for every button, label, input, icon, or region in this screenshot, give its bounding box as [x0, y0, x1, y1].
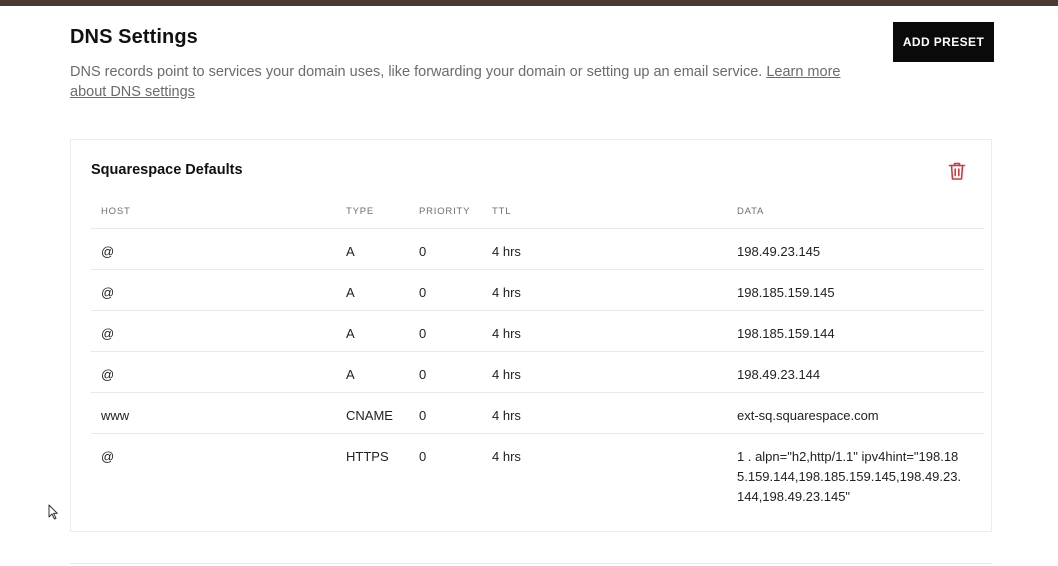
column-header-type: TYPE	[346, 206, 375, 217]
host-cell: @	[101, 285, 115, 300]
type-cell: HTTPS	[346, 449, 389, 464]
table-row: @ A 0 4 hrs 198.185.159.144	[91, 310, 984, 351]
data-cell: ext-sq.squarespace.com	[737, 408, 879, 423]
page-title: DNS Settings	[70, 26, 198, 48]
description-text: DNS records point to services your domai…	[70, 64, 767, 80]
add-preset-button[interactable]: ADD PRESET	[893, 22, 994, 62]
data-cell: 1 . alpn="h2,http/1.1" ipv4hint="198.185…	[737, 449, 962, 504]
ttl-cell: 4 hrs	[492, 408, 521, 423]
host-cell: @	[101, 244, 115, 259]
table-row: www CNAME 0 4 hrs ext-sq.squarespace.com	[91, 392, 984, 433]
data-cell: 198.49.23.144	[737, 367, 821, 382]
card-title: Squarespace Defaults	[91, 162, 243, 178]
column-header-host: HOST	[101, 206, 131, 217]
host-cell: @	[101, 449, 115, 464]
type-cell: A	[346, 367, 355, 382]
section-divider	[70, 563, 992, 564]
priority-cell: 0	[419, 326, 427, 341]
trash-icon[interactable]	[946, 160, 968, 182]
priority-cell: 0	[419, 408, 427, 423]
priority-cell: 0	[419, 449, 427, 464]
host-cell: @	[101, 367, 115, 382]
column-header-data: DATA	[737, 206, 765, 217]
top-bar	[0, 0, 1058, 6]
table-row: @ A 0 4 hrs 198.49.23.145	[91, 228, 984, 269]
host-cell: www	[101, 408, 130, 423]
data-cell: 198.185.159.145	[737, 285, 835, 300]
ttl-cell: 4 hrs	[492, 449, 521, 464]
column-header-ttl: TTL	[492, 206, 512, 217]
ttl-cell: 4 hrs	[492, 244, 521, 259]
table-row: @ HTTPS 0 4 hrs 1 . alpn="h2,http/1.1" i…	[91, 433, 984, 514]
ttl-cell: 4 hrs	[492, 367, 521, 382]
type-cell: A	[346, 244, 355, 259]
type-cell: A	[346, 285, 355, 300]
host-cell: @	[101, 326, 115, 341]
priority-cell: 0	[419, 367, 427, 382]
type-cell: CNAME	[346, 408, 393, 423]
ttl-cell: 4 hrs	[492, 285, 521, 300]
data-cell: 198.49.23.145	[737, 244, 821, 259]
dns-preset-card: Squarespace Defaults HOST TYPE PRIORITY …	[70, 139, 992, 532]
priority-cell: 0	[419, 285, 427, 300]
table-row: @ A 0 4 hrs 198.185.159.145	[91, 269, 984, 310]
table-row: @ A 0 4 hrs 198.49.23.144	[91, 351, 984, 392]
mouse-cursor-icon	[48, 504, 58, 520]
data-cell: 198.185.159.144	[737, 326, 835, 341]
priority-cell: 0	[419, 244, 427, 259]
ttl-cell: 4 hrs	[492, 326, 521, 341]
page-description: DNS records point to services your domai…	[70, 62, 870, 102]
type-cell: A	[346, 326, 355, 341]
column-header-priority: PRIORITY	[419, 206, 471, 217]
